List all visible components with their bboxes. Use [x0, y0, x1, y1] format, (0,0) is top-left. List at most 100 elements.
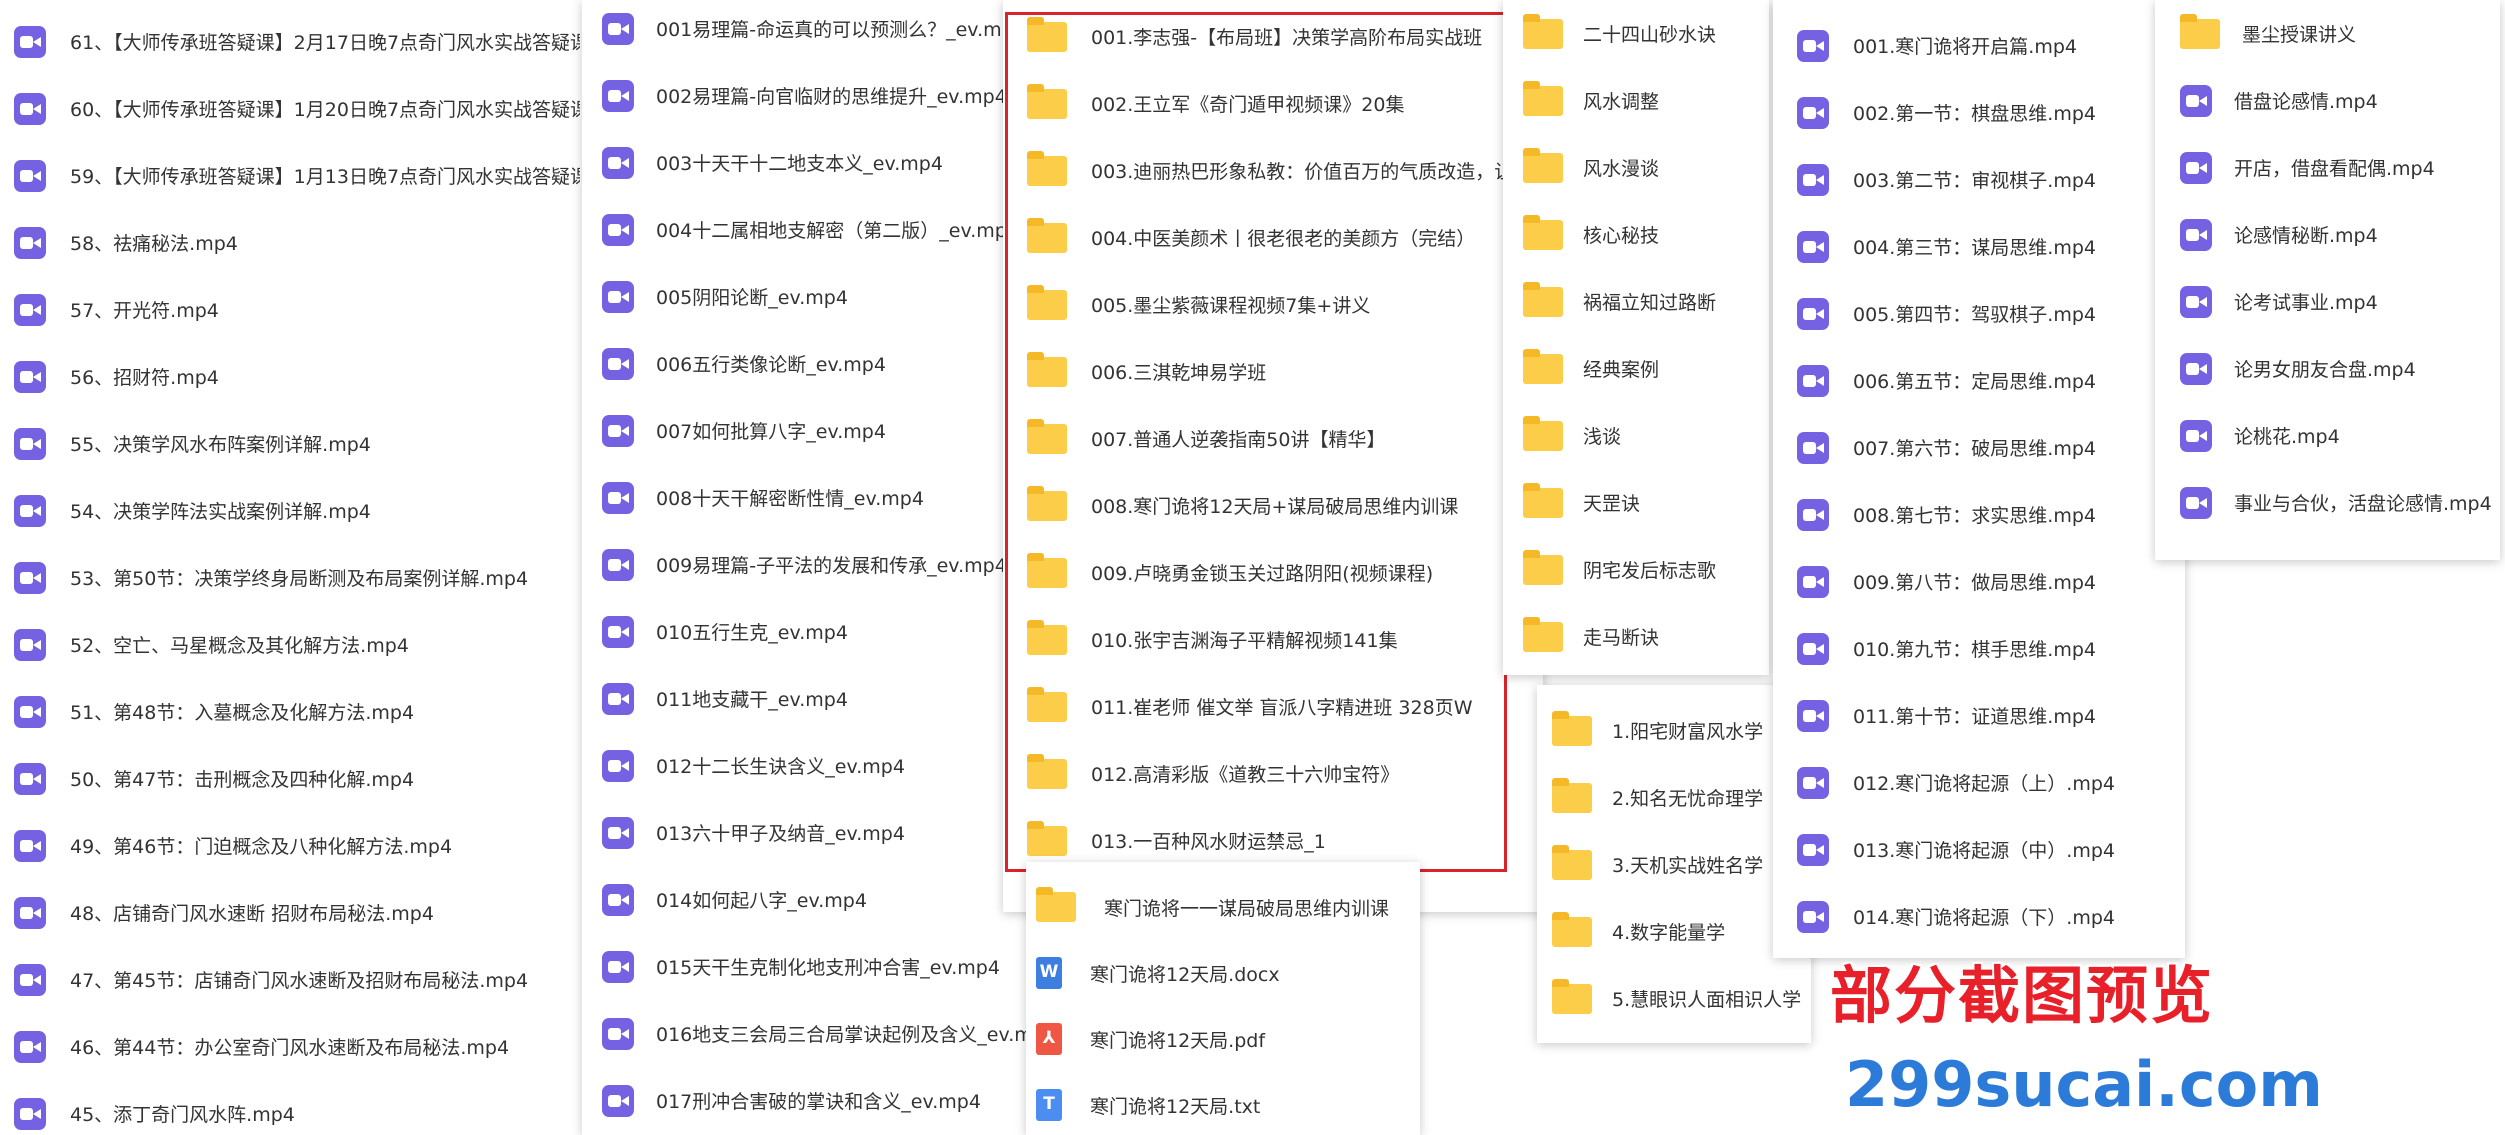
list-item[interactable]: ⅄ 寒门诡将12天局.pdf: [1026, 1006, 1420, 1072]
list-item[interactable]: 走马断诀: [1503, 603, 1769, 670]
video-icon: [602, 213, 634, 246]
list-item[interactable]: 007.第六节：破局思维.mp4: [1773, 414, 2185, 481]
list-item[interactable]: T 寒门诡将12天局.txt: [1026, 1072, 1420, 1135]
list-item[interactable]: 59、【大师传承班答疑课】1月13日晚7点奇门风水实战答疑课.m: [0, 142, 580, 209]
list-item[interactable]: 浅谈: [1503, 402, 1769, 469]
list-item[interactable]: 005阴阳论断_ev.mp4: [582, 263, 1028, 330]
list-item[interactable]: 二十四山砂水诀: [1503, 0, 1769, 67]
list-item[interactable]: 008.第七节：求实思维.mp4: [1773, 481, 2185, 548]
list-item[interactable]: 002.王立军《奇门遁甲视频课》20集: [1003, 70, 1543, 137]
list-item[interactable]: 003.第二节：审视棋子.mp4: [1773, 146, 2185, 213]
list-item[interactable]: 52、空亡、马星概念及其化解方法.mp4: [0, 611, 580, 678]
list-item[interactable]: 58、祛痛秘法.mp4: [0, 209, 580, 276]
list-item[interactable]: 009.第八节：做局思维.mp4: [1773, 548, 2185, 615]
list-item[interactable]: 012.高清彩版《道教三十六帅宝符》: [1003, 740, 1543, 807]
list-item[interactable]: 风水漫谈: [1503, 134, 1769, 201]
list-item[interactable]: 003.迪丽热巴形象私教：价值百万的气质改造，让你蜕: [1003, 137, 1543, 204]
list-item[interactable]: 002.第一节：棋盘思维.mp4: [1773, 79, 2185, 146]
list-item[interactable]: 012.寒门诡将起源（上）.mp4: [1773, 749, 2185, 816]
list-item[interactable]: 010五行生克_ev.mp4: [582, 598, 1028, 665]
video-icon: [602, 548, 634, 581]
list-item[interactable]: 论感情秘断.mp4: [2155, 201, 2500, 268]
list-item[interactable]: 006.三淇乾坤易学班: [1003, 338, 1543, 405]
list-item[interactable]: 55、决策学风水布阵案例详解.mp4: [0, 410, 580, 477]
folder-icon: [1523, 482, 1563, 518]
video-icon: [14, 695, 46, 728]
list-item[interactable]: 核心秘技: [1503, 201, 1769, 268]
list-item[interactable]: 011.崔老师 催文举 盲派八字精进班 328页W: [1003, 673, 1543, 740]
list-item[interactable]: 014.寒门诡将起源（下）.mp4: [1773, 883, 2185, 950]
list-item[interactable]: 47、第45节：店铺奇门风水速断及招财布局秘法.mp4: [0, 946, 580, 1013]
list-item[interactable]: 004.第三节：谋局思维.mp4: [1773, 213, 2185, 280]
list-item[interactable]: 007.普通人逆袭指南50讲【精华】: [1003, 405, 1543, 472]
list-item[interactable]: 经典案例: [1503, 335, 1769, 402]
video-icon: [2180, 486, 2212, 519]
list-item[interactable]: 002易理篇-向官临财的思维提升_ev.mp4: [582, 62, 1028, 129]
list-item[interactable]: 天罡诀: [1503, 469, 1769, 536]
list-item[interactable]: 54、决策学阵法实战案例详解.mp4: [0, 477, 580, 544]
list-item[interactable]: 007如何批算八字_ev.mp4: [582, 397, 1028, 464]
list-item[interactable]: 4.数字能量学: [1537, 898, 1811, 965]
list-item[interactable]: 1.阳宅财富风水学: [1537, 697, 1811, 764]
folder-icon: [1523, 214, 1563, 250]
file-list-panel-8: 墨尘授课讲义 借盘论感情.mp4 开店，借盘看配偶.mp4 论感情秘断.mp4 …: [2155, 0, 2500, 560]
list-item[interactable]: 001.寒门诡将开启篇.mp4: [1773, 12, 2185, 79]
list-item[interactable]: 57、开光符.mp4: [0, 276, 580, 343]
list-item[interactable]: 53、第50节：决策学终身局断测及布局案例详解.mp4: [0, 544, 580, 611]
watermark: 299sucai.com: [1845, 1048, 2323, 1121]
list-item[interactable]: 56、招财符.mp4: [0, 343, 580, 410]
folder-icon: [1523, 549, 1563, 585]
list-item[interactable]: 016地支三会局三合局掌诀起例及含义_ev.mp4: [582, 1000, 1028, 1067]
list-item[interactable]: W 寒门诡将12天局.docx: [1026, 940, 1420, 1006]
list-item[interactable]: 004.中医美颜术丨很老很老的美颜方（完结）: [1003, 204, 1543, 271]
list-item[interactable]: 3.天机实战姓名学: [1537, 831, 1811, 898]
list-item[interactable]: 48、店铺奇门风水速断 招财布局秘法.mp4: [0, 879, 580, 946]
list-item[interactable]: 011地支藏干_ev.mp4: [582, 665, 1028, 732]
list-item[interactable]: 60、【大师传承班答疑课】1月20日晚7点奇门风水实战答疑课.m: [0, 75, 580, 142]
list-item[interactable]: 50、第47节：击刑概念及四种化解.mp4: [0, 745, 580, 812]
list-item[interactable]: 015天干生克制化地支刑冲合害_ev.mp4: [582, 933, 1028, 1000]
list-item[interactable]: 013六十甲子及纳音_ev.mp4: [582, 799, 1028, 866]
list-item[interactable]: 墨尘授课讲义: [2155, 0, 2500, 67]
list-item[interactable]: 010.张宇吉渊海子平精解视频141集: [1003, 606, 1543, 673]
list-item[interactable]: 5.慧眼识人面相识人学: [1537, 965, 1811, 1032]
video-icon: [14, 1097, 46, 1130]
list-item[interactable]: 51、第48节：入墓概念及化解方法.mp4: [0, 678, 580, 745]
list-item[interactable]: 001易理篇-命运真的可以预测么？_ev.mp4: [582, 0, 1028, 62]
list-item[interactable]: 004十二属相地支解密（第二版）_ev.mp4: [582, 196, 1028, 263]
folder-icon: [1027, 753, 1067, 789]
list-item[interactable]: 事业与合伙，活盘论感情.mp4: [2155, 469, 2500, 536]
list-item[interactable]: 46、第44节：办公室奇门风水速断及布局秘法.mp4: [0, 1013, 580, 1080]
list-item[interactable]: 001.李志强-【布局班】决策学高阶布局实战班: [1003, 3, 1543, 70]
list-item[interactable]: 49、第46节：门迫概念及八种化解方法.mp4: [0, 812, 580, 879]
list-item[interactable]: 开店，借盘看配偶.mp4: [2155, 134, 2500, 201]
video-icon: [1797, 96, 1829, 129]
list-item[interactable]: 祸福立知过路断: [1503, 268, 1769, 335]
list-item[interactable]: 009.卢晓勇金锁玉关过路阴阳(视频课程): [1003, 539, 1543, 606]
list-item[interactable]: 011.第十节：证道思维.mp4: [1773, 682, 2185, 749]
list-item[interactable]: 003十天干十二地支本义_ev.mp4: [582, 129, 1028, 196]
list-item[interactable]: 2.知名无忧命理学: [1537, 764, 1811, 831]
list-item[interactable]: 005.墨尘紫薇课程视频7集+讲义: [1003, 271, 1543, 338]
list-item[interactable]: 012十二长生诀含义_ev.mp4: [582, 732, 1028, 799]
list-item[interactable]: 013.寒门诡将起源（中）.mp4: [1773, 816, 2185, 883]
list-item[interactable]: 014如何起八字_ev.mp4: [582, 866, 1028, 933]
folder-icon: [1552, 844, 1592, 880]
list-item[interactable]: 006五行类像论断_ev.mp4: [582, 330, 1028, 397]
list-item[interactable]: 阴宅发后标志歌: [1503, 536, 1769, 603]
list-item[interactable]: 017刑冲合害破的掌诀和含义_ev.mp4: [582, 1067, 1028, 1134]
list-item[interactable]: 论男女朋友合盘.mp4: [2155, 335, 2500, 402]
list-item[interactable]: 005.第四节：驾驭棋子.mp4: [1773, 280, 2185, 347]
list-item[interactable]: 45、添丁奇门风水阵.mp4: [0, 1080, 580, 1135]
list-item[interactable]: 61、【大师传承班答疑课】2月17日晚7点奇门风水实战答疑课.m: [0, 8, 580, 75]
list-item[interactable]: 风水调整: [1503, 67, 1769, 134]
list-item[interactable]: 论考试事业.mp4: [2155, 268, 2500, 335]
list-item[interactable]: 借盘论感情.mp4: [2155, 67, 2500, 134]
list-item[interactable]: 010.第九节：棋手思维.mp4: [1773, 615, 2185, 682]
list-item[interactable]: 009易理篇-子平法的发展和传承_ev.mp4: [582, 531, 1028, 598]
list-item[interactable]: 008十天干解密断性情_ev.mp4: [582, 464, 1028, 531]
list-item[interactable]: 008.寒门诡将12天局+谋局破局思维内训课: [1003, 472, 1543, 539]
list-item[interactable]: 论桃花.mp4: [2155, 402, 2500, 469]
list-item[interactable]: 寒门诡将一一谋局破局思维内训课: [1026, 874, 1420, 940]
list-item[interactable]: 006.第五节：定局思维.mp4: [1773, 347, 2185, 414]
